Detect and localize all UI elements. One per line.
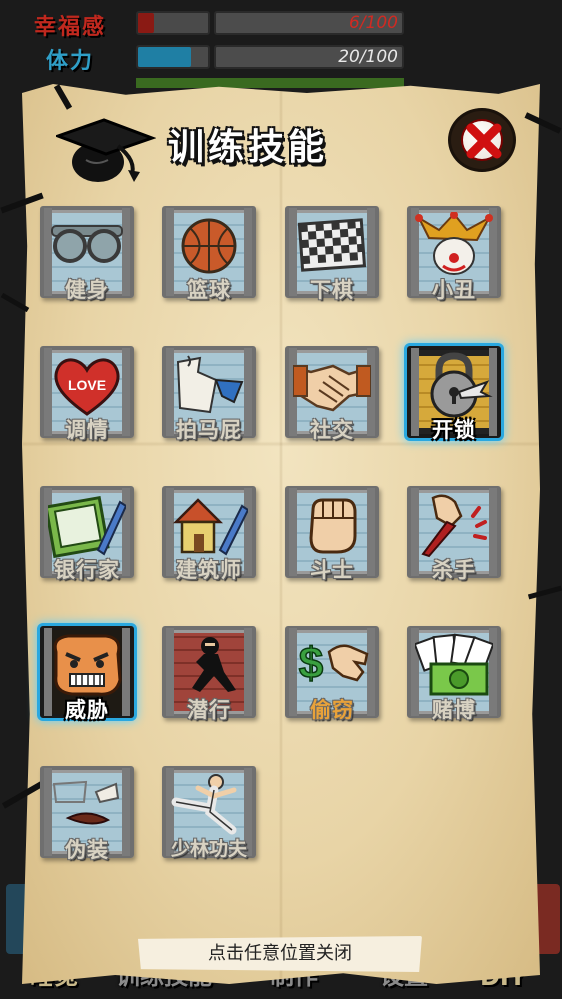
basketball-icon — [181, 218, 237, 274]
skill-kungfu[interactable]: 少林功夫 — [160, 764, 258, 862]
disguise-icon — [52, 780, 120, 825]
stamina-bar-fill — [138, 47, 191, 67]
skill-label: 健身 — [65, 278, 109, 302]
skill-label: 少林功夫 — [170, 838, 247, 860]
chessboard-icon — [297, 218, 367, 272]
stamina-row: 体力 20/100 — [0, 40, 562, 74]
happiness-row: 幸福感 6/100 — [0, 6, 562, 40]
skill-architect[interactable]: 建筑师 — [160, 484, 258, 582]
skill-gambling[interactable]: 赌博 — [405, 624, 503, 722]
skill-chess[interactable]: 下棋 — [283, 204, 381, 302]
happiness-value: 6/100 — [349, 13, 398, 33]
stealing-hand-icon: $ — [298, 638, 369, 689]
skill-label: 杀手 — [432, 558, 476, 582]
skill-label: 篮球 — [187, 278, 231, 302]
skill-basketball[interactable]: 篮球 — [160, 204, 258, 302]
skill-lockpick[interactable]: 开锁 — [405, 344, 503, 442]
happiness-bar-fill — [138, 13, 154, 33]
skill-flattery[interactable]: 拍马屁 — [160, 344, 258, 442]
skill-label: 潜行 — [187, 698, 231, 722]
graduation-cap-icon — [56, 118, 156, 182]
svg-text:$: $ — [299, 639, 323, 688]
kungfu-kick-icon — [171, 774, 237, 835]
cards-cash-icon — [415, 633, 493, 696]
skill-fitness[interactable]: 健身 — [38, 204, 136, 302]
skill-label: 赌博 — [432, 698, 476, 722]
ninja-icon — [192, 637, 236, 692]
skill-label: 开锁 — [432, 418, 476, 442]
skill-label: 建筑师 — [176, 558, 242, 582]
skill-intimidate[interactable]: 威胁 — [38, 624, 136, 722]
skill-steal[interactable]: $ 偷窃 — [283, 624, 381, 722]
banker-notebook-icon — [48, 495, 126, 558]
dialog-title: 训练技能 — [168, 127, 329, 168]
skill-label: 威胁 — [65, 698, 109, 722]
close-hint[interactable]: 点击任意位置关闭 — [138, 936, 422, 972]
skill-social[interactable]: 社交 — [283, 344, 381, 442]
skill-label: 社交 — [310, 418, 354, 442]
flattery-icon — [176, 355, 244, 414]
love-heart-icon: LOVE — [54, 358, 120, 416]
knife-hand-icon — [421, 494, 487, 558]
close-icon — [466, 123, 502, 159]
stamina-label: 体力 — [45, 49, 94, 74]
handshake-icon — [293, 364, 371, 412]
angry-face-icon — [53, 634, 122, 696]
skill-fighter[interactable]: 斗士 — [283, 484, 381, 582]
skill-label: 下棋 — [310, 278, 354, 302]
skill-label: 偷窃 — [310, 698, 354, 722]
skill-label: 拍马屁 — [176, 418, 242, 442]
jester-icon — [415, 212, 493, 275]
skill-flirt[interactable]: LOVE 调情 — [38, 344, 136, 442]
close-button[interactable] — [448, 108, 516, 172]
svg-text:LOVE: LOVE — [68, 377, 106, 393]
fist-icon — [309, 498, 357, 554]
skill-label: 斗士 — [310, 558, 354, 582]
happiness-label: 幸福感 — [33, 15, 106, 40]
skill-label: 调情 — [65, 418, 109, 442]
skill-label: 伪装 — [65, 838, 109, 862]
skill-label: 小丑 — [432, 278, 476, 302]
skill-stealth[interactable]: 潜行 — [160, 624, 258, 722]
goggles-icon — [51, 225, 123, 263]
architect-house-icon — [172, 498, 248, 556]
skill-clown[interactable]: 小丑 — [405, 204, 503, 302]
stamina-value: 20/100 — [338, 47, 398, 67]
skill-label: 银行家 — [54, 558, 120, 582]
padlock-icon — [430, 352, 493, 418]
skill-banker[interactable]: 银行家 — [38, 484, 136, 582]
skill-assassin[interactable]: 杀手 — [405, 484, 503, 582]
skill-disguise[interactable]: 伪装 — [38, 764, 136, 862]
